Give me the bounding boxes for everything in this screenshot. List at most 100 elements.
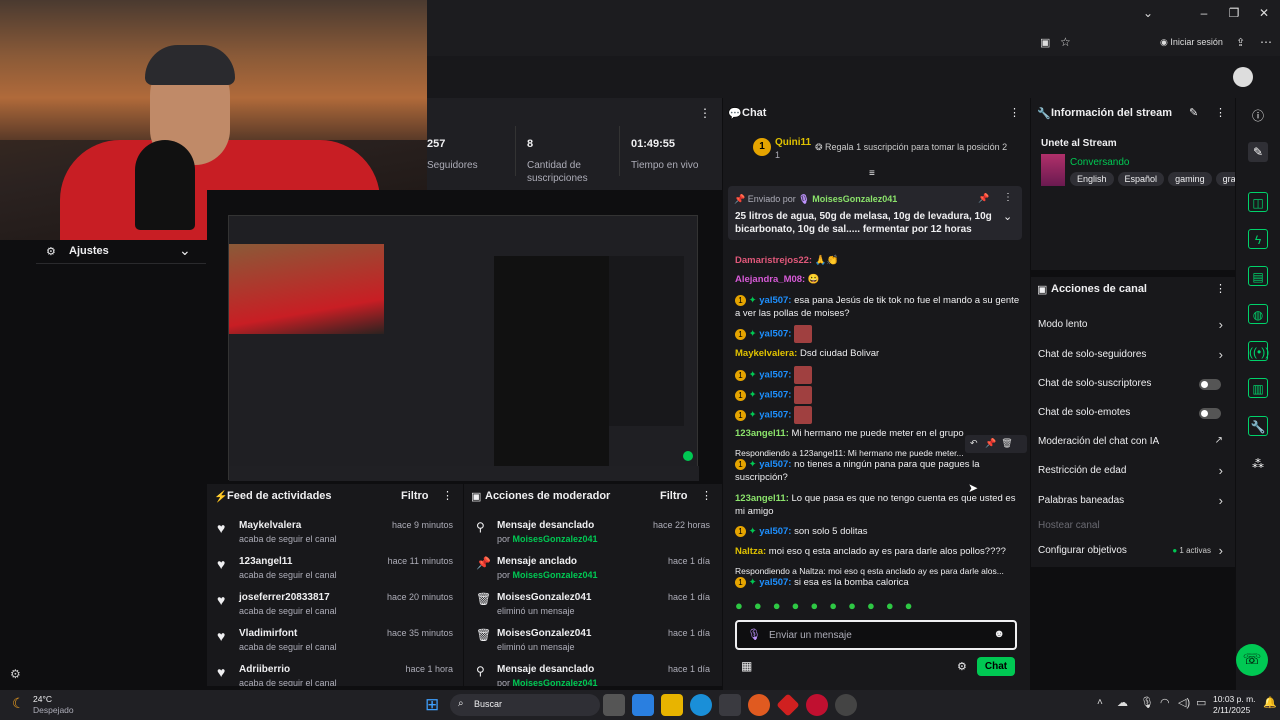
action-ai-moderation[interactable]: Moderación del chat con IA ↗: [1031, 434, 1235, 454]
chat-message[interactable]: 1 ✦ yal507:: [735, 325, 1021, 343]
more-options-icon[interactable]: ⋮: [1003, 192, 1013, 203]
list-item[interactable]: 📌 Mensaje anclado por MoisesGonzalez041 …: [464, 554, 722, 588]
list-item[interactable]: ⚲ Mensaje desanclado por MoisesGonzalez0…: [464, 662, 722, 686]
store-icon[interactable]: ▦: [741, 659, 752, 673]
tab-list-icon[interactable]: ⌄: [1138, 6, 1158, 20]
mic-tray-icon[interactable]: 🎙: [1140, 696, 1154, 709]
chat-user[interactable]: yal507:: [759, 459, 791, 470]
taskbar-search[interactable]: ⌕ Buscar: [450, 694, 600, 716]
stream-category[interactable]: Conversando: [1070, 157, 1129, 168]
list-item[interactable]: 🗑 MoisesGonzalez041 eliminó un mensaje h…: [464, 626, 722, 660]
weather-temp[interactable]: 24°C: [33, 694, 52, 704]
avatar[interactable]: [1233, 67, 1253, 87]
wrench-icon[interactable]: 🔧: [1248, 416, 1268, 436]
chat-user[interactable]: Damaristrejos22:: [735, 255, 812, 266]
action-subs-only[interactable]: Chat de solo-suscriptores: [1031, 376, 1235, 396]
pinned-message[interactable]: 📌 Enviado por 🎙 MoisesGonzalez041 📌 ⋮ ⌄ …: [728, 186, 1022, 240]
more-options-icon[interactable]: ⋮: [701, 489, 712, 502]
emotes-only-toggle[interactable]: [1199, 408, 1221, 419]
list-item[interactable]: ♥ Vladimirfont acaba de seguir el canal …: [207, 626, 463, 660]
settings-section[interactable]: ⚙ Ajustes ⌄: [36, 240, 206, 264]
chat-message[interactable]: Maykelvalera: Dsd ciudad Bolivar: [735, 347, 1021, 360]
chevron-down-icon[interactable]: ⌄: [1003, 210, 1012, 223]
clock-time[interactable]: 10:03 p. m.: [1213, 694, 1256, 704]
list-item[interactable]: 🗑 MoisesGonzalez041 eliminó un mensaje h…: [464, 590, 722, 624]
more-options-icon[interactable]: ⋮: [699, 106, 711, 120]
tag-espanol[interactable]: Español: [1117, 172, 1165, 186]
folder-icon[interactable]: [661, 694, 683, 716]
notifications-icon[interactable]: 🔔: [1263, 696, 1277, 709]
more-options-icon[interactable]: ⋮: [442, 489, 453, 502]
close-icon[interactable]: ✕: [1254, 6, 1274, 20]
chat-user[interactable]: yal507:: [759, 295, 791, 306]
emoji-icon[interactable]: ☻: [993, 628, 1005, 640]
action-goals[interactable]: Configurar objetivos ● 1 activas ›: [1031, 543, 1235, 563]
action-slow-mode[interactable]: Modo lento ›: [1031, 317, 1235, 337]
battery-icon[interactable]: ▭: [1196, 696, 1206, 709]
tag-gaming[interactable]: gaming: [1168, 172, 1212, 186]
chat-message[interactable]: 1 ✦ yal507: esa pana Jesús de tik tok no…: [735, 294, 1021, 320]
action-age-restriction[interactable]: Restricción de edad ›: [1031, 463, 1235, 483]
browser-menu-icon[interactable]: ⋯: [1260, 35, 1272, 49]
chat-user[interactable]: yal507:: [759, 526, 791, 537]
chat-message[interactable]: 1 ✦ yal507: si esa es la bomba calorica: [735, 576, 1021, 589]
mod-filter-button[interactable]: Filtro: [660, 490, 688, 502]
windows-start-icon[interactable]: ⊞: [425, 695, 439, 715]
chat-message[interactable]: Alejandra_M08: 😀: [735, 273, 1021, 286]
firefox-icon[interactable]: [748, 694, 770, 716]
chat-message[interactable]: 1 ✦ yal507:: [735, 406, 1021, 424]
chat-user[interactable]: yal507:: [759, 577, 791, 588]
gear-icon[interactable]: ⚙: [957, 660, 967, 673]
wifi-icon[interactable]: ◠: [1160, 696, 1170, 709]
copilot-icon[interactable]: [632, 694, 654, 716]
category-thumbnail[interactable]: [1041, 154, 1065, 186]
more-options-icon[interactable]: ⋮: [1009, 106, 1020, 119]
chat-user[interactable]: yal507:: [759, 329, 791, 340]
edge-icon[interactable]: [690, 694, 712, 716]
chat-input[interactable]: 🎙 Enviar un mensaje ☻: [735, 620, 1017, 650]
chat-user[interactable]: yal507:: [759, 410, 791, 421]
chat-user[interactable]: 123angel11:: [735, 493, 789, 504]
task-view-icon[interactable]: [603, 694, 625, 716]
list-item[interactable]: ⚲ Mensaje desanclado por MoisesGonzalez0…: [464, 518, 722, 552]
chat-user[interactable]: yal507:: [759, 370, 791, 381]
pencil-icon[interactable]: ✎: [1248, 142, 1268, 162]
chat-user[interactable]: Alejandra_M08:: [735, 274, 805, 285]
broadcast-icon[interactable]: ((•)): [1248, 341, 1269, 361]
minimize-icon[interactable]: –: [1194, 6, 1214, 20]
info-icon[interactable]: ⓘ: [1248, 106, 1268, 126]
action-emotes-only[interactable]: Chat de solo-emotes: [1031, 405, 1235, 425]
address-bar[interactable]: [427, 30, 1280, 56]
layout-icon[interactable]: ▥: [1248, 378, 1268, 398]
chat-message[interactable]: 1 ✦ yal507: no tienes a ningún pana para…: [735, 458, 1021, 484]
list-item[interactable]: ♥ 123angel11 acaba de seguir el canal ha…: [207, 554, 463, 588]
lightning-icon[interactable]: ϟ: [1248, 229, 1268, 249]
action-banned-words[interactable]: Palabras baneadas ›: [1031, 493, 1235, 513]
chat-message[interactable]: 1 ✦ yal507:: [735, 386, 1021, 404]
leaderboard-user[interactable]: Quini11: [775, 137, 811, 148]
emote-bar[interactable]: ●●●●●●●●●●: [735, 598, 1023, 616]
chat-user[interactable]: Maykelvalera:: [735, 348, 797, 359]
document-icon[interactable]: ▤: [1248, 266, 1268, 286]
chat-message[interactable]: 123angel11: Lo que pasa es que no tengo …: [735, 492, 1021, 518]
list-item[interactable]: ♥ Adriiberrio acaba de seguir el canal h…: [207, 662, 463, 686]
more-options-icon[interactable]: ⋮: [1215, 106, 1226, 119]
tray-chevron-icon[interactable]: ˄: [1097, 697, 1103, 708]
store-icon[interactable]: [719, 694, 741, 716]
chat-message[interactable]: Damaristrejos22: 🙏👏: [735, 254, 1021, 267]
more-options-icon[interactable]: ⋮: [1215, 282, 1226, 295]
maximize-icon[interactable]: ❐: [1224, 6, 1244, 20]
subs-only-toggle[interactable]: [1199, 379, 1221, 390]
favorite-icon[interactable]: ☆: [1060, 35, 1071, 49]
list-item[interactable]: ♥ joseferrer20833817 acaba de seguir el …: [207, 590, 463, 624]
chat-user[interactable]: Naltza:: [735, 546, 766, 557]
app-icon[interactable]: ▣: [1040, 36, 1050, 49]
chat-message[interactable]: 1 ✦ yal507:: [735, 366, 1021, 384]
chat-message[interactable]: Naltza: moi eso q esta anclado ay es par…: [735, 545, 1021, 558]
share-icon[interactable]: ⇪: [1236, 36, 1245, 49]
cloud-icon[interactable]: ☁: [1117, 696, 1128, 709]
message-icon[interactable]: ◍: [1248, 304, 1268, 324]
chrome-icon[interactable]: [835, 694, 857, 716]
settings-gear-icon[interactable]: ⚙: [10, 667, 21, 681]
chat-send-button[interactable]: Chat: [977, 657, 1015, 676]
